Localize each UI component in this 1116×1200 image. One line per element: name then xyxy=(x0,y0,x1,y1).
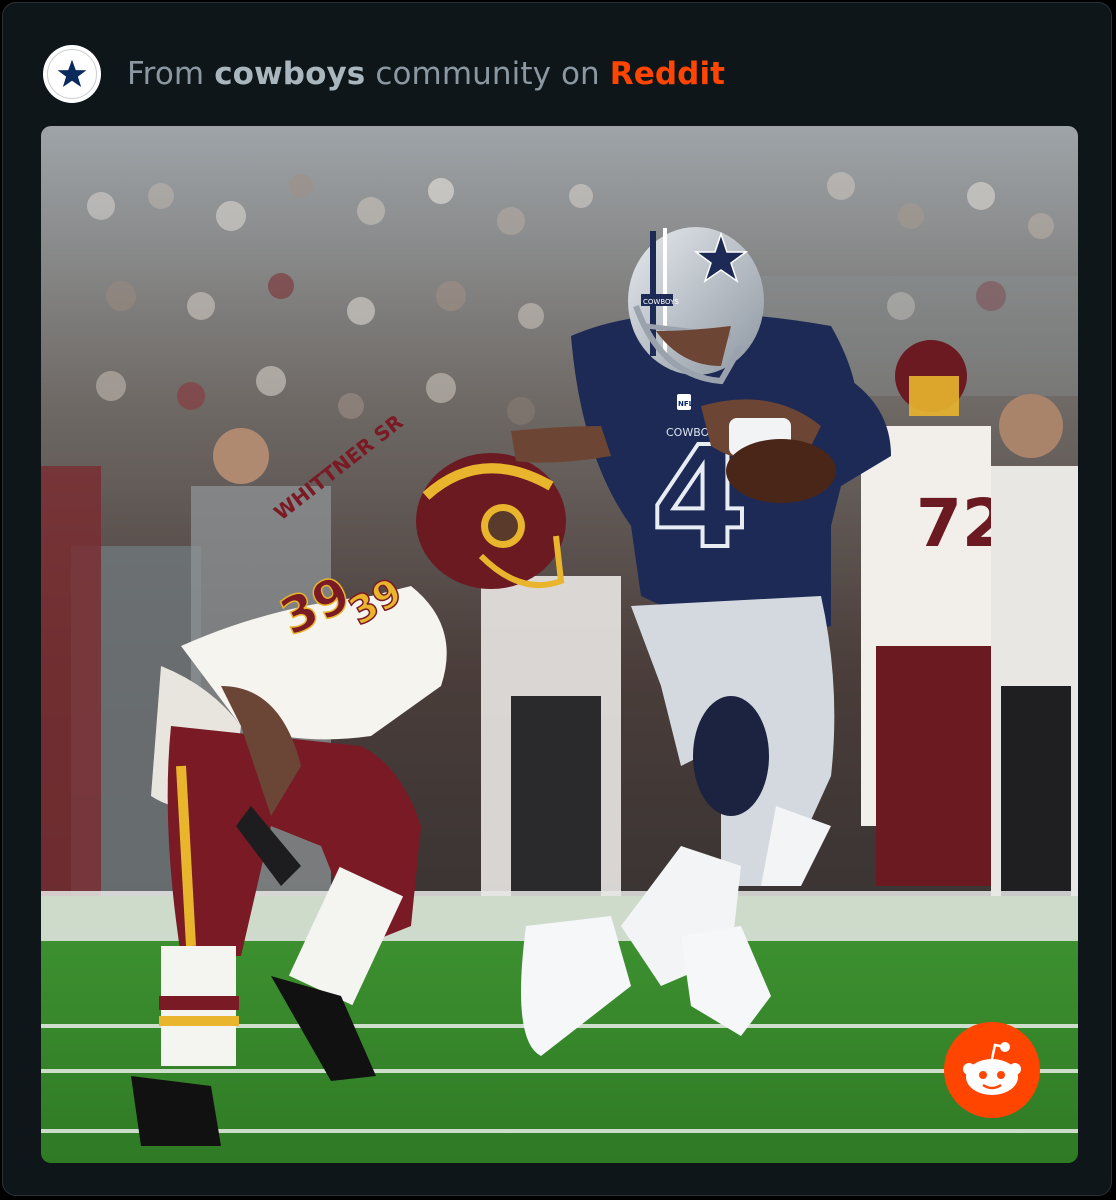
helmet-wordmark: COWBOYS xyxy=(643,298,679,306)
football-action-photo: 72 39 39 WHITTNER SR 4 COWBOYS COWBOYS N… xyxy=(41,126,1078,1163)
star-icon xyxy=(54,56,90,90)
reddit-embed-card: From cowboys community on Reddit 72 39 3… xyxy=(2,2,1112,1196)
source-header: From cowboys community on Reddit xyxy=(43,43,725,105)
source-middle: community on xyxy=(375,56,600,92)
platform-name[interactable]: Reddit xyxy=(610,56,725,92)
post-photo[interactable]: 72 39 39 WHITTNER SR 4 COWBOYS COWBOYS N… xyxy=(41,126,1078,1163)
nfl-shield: NFL xyxy=(678,400,694,408)
community-name[interactable]: cowboys xyxy=(214,56,365,92)
reddit-logo-badge[interactable] xyxy=(944,1022,1040,1118)
source-line: From cowboys community on Reddit xyxy=(127,56,725,92)
reddit-snoo-icon xyxy=(963,1042,1021,1095)
community-avatar[interactable] xyxy=(43,45,101,103)
source-prefix: From xyxy=(127,56,205,92)
